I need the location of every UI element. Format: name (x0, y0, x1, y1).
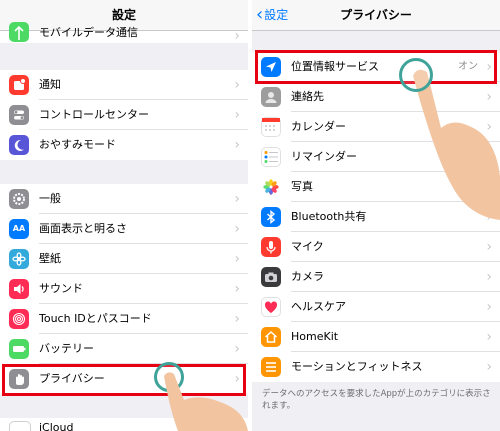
settings-row-do-not-disturb[interactable]: おやすみモード › (0, 130, 248, 160)
settings-screen: 設定 モバイルデータ通信 › 通知 › コントロールセンター › おやすみモード… (0, 0, 248, 431)
privacy-row-camera[interactable]: カメラ › (252, 262, 500, 292)
chevron-right-icon: › (234, 281, 240, 297)
chevron-right-icon: › (234, 107, 240, 123)
chevron-right-icon: › (486, 329, 492, 345)
settings-row-label: カメラ (291, 270, 324, 283)
settings-group-general: 一般 › AA 画面表示と明るさ › 壁紙 › サウンド › Touch IDと… (0, 184, 248, 394)
settings-row-label: 通知 (39, 78, 61, 91)
settings-row-label: リマインダー (291, 150, 357, 163)
wallpaper-icon (9, 249, 29, 269)
settings-row-general[interactable]: 一般 › (0, 184, 248, 214)
photos-icon (261, 177, 281, 197)
settings-row-label: ヘルスケア (291, 300, 346, 313)
moon-icon (9, 135, 29, 155)
settings-row-label: モバイルデータ通信 (39, 26, 138, 39)
settings-row-display[interactable]: AA 画面表示と明るさ › (0, 214, 248, 244)
fingerprint-icon (9, 309, 29, 329)
chevron-right-icon: › (486, 359, 492, 375)
settings-list-top: モバイルデータ通信 › (0, 22, 248, 44)
icloud-icon (9, 421, 31, 431)
settings-row-label: モーションとフィットネス (291, 360, 423, 373)
settings-row-label: カレンダー (291, 120, 346, 133)
navigation-bar: ‹設定 プライバシー (252, 0, 500, 31)
settings-row-label: Touch IDとパスコード (39, 312, 152, 325)
chevron-right-icon: › (234, 137, 240, 153)
speaker-icon (9, 279, 29, 299)
health-heart-icon (261, 297, 281, 317)
chevron-right-icon: › (234, 251, 240, 267)
settings-row-label: コントロールセンター (39, 108, 149, 121)
settings-row-label: マイク (291, 240, 324, 253)
chevron-right-icon: › (234, 191, 240, 207)
chevron-right-icon: › (234, 221, 240, 237)
privacy-row-health[interactable]: ヘルスケア › (252, 292, 500, 322)
settings-group-notifications: 通知 › コントロールセンター › おやすみモード › (0, 70, 248, 160)
gear-icon (9, 189, 29, 209)
privacy-row-motion-fitness[interactable]: モーションとフィットネス › (252, 352, 500, 382)
settings-row-touch-id[interactable]: Touch IDとパスコード › (0, 304, 248, 334)
settings-row-label: 一般 (39, 192, 61, 205)
settings-row-label: Bluetooth共有 (291, 210, 367, 223)
homekit-icon (261, 327, 281, 347)
settings-row-battery[interactable]: バッテリー › (0, 334, 248, 364)
settings-row-label: バッテリー (39, 342, 94, 355)
chevron-right-icon: › (234, 77, 240, 93)
notifications-icon (9, 75, 29, 95)
settings-row-label: 画面表示と明るさ (39, 222, 127, 235)
chevron-right-icon: › (234, 341, 240, 357)
settings-row-label: 連絡先 (291, 90, 324, 103)
settings-row-label: 写真 (291, 180, 313, 193)
settings-row-label: 壁紙 (39, 252, 61, 265)
privacy-row-homekit[interactable]: HomeKit › (252, 322, 500, 352)
control-center-icon (9, 105, 29, 125)
tap-indicator (399, 58, 433, 92)
contacts-icon (261, 87, 281, 107)
bluetooth-icon (261, 207, 281, 227)
reminders-icon (261, 147, 281, 167)
microphone-icon (261, 237, 281, 257)
settings-row-notifications[interactable]: 通知 › (0, 70, 248, 100)
pointing-hand-icon (164, 372, 248, 431)
privacy-footer-note: データへのアクセスを要求したAppが上のカテゴリに表示されます。 (262, 389, 491, 411)
settings-row-label: iCloud (39, 421, 74, 431)
chevron-right-icon: › (486, 269, 492, 285)
cellular-antenna-icon (9, 22, 29, 42)
chevron-right-icon: › (486, 299, 492, 315)
privacy-screen: ‹設定 プライバシー 位置情報サービス オン › 連絡先 › カレンダー › リ… (252, 0, 500, 431)
camera-icon (261, 267, 281, 287)
display-brightness-icon: AA (9, 219, 29, 239)
chevron-right-icon: › (234, 311, 240, 327)
settings-row-cellular[interactable]: モバイルデータ通信 › (0, 22, 248, 44)
settings-row-sounds[interactable]: サウンド › (0, 274, 248, 304)
settings-row-label: サウンド (39, 282, 83, 295)
settings-row-label: おやすみモード (39, 138, 116, 151)
calendar-icon (261, 117, 281, 137)
settings-row-label: HomeKit (291, 330, 339, 343)
settings-row-control-center[interactable]: コントロールセンター › (0, 100, 248, 130)
motion-fitness-icon (261, 357, 281, 377)
settings-row-wallpaper[interactable]: 壁紙 › (0, 244, 248, 274)
chevron-right-icon: › (486, 239, 492, 255)
page-title: プライバシー (340, 8, 412, 22)
chevron-right-icon: › (234, 28, 240, 44)
privacy-row-microphone[interactable]: マイク › (252, 232, 500, 262)
battery-icon (9, 339, 29, 359)
